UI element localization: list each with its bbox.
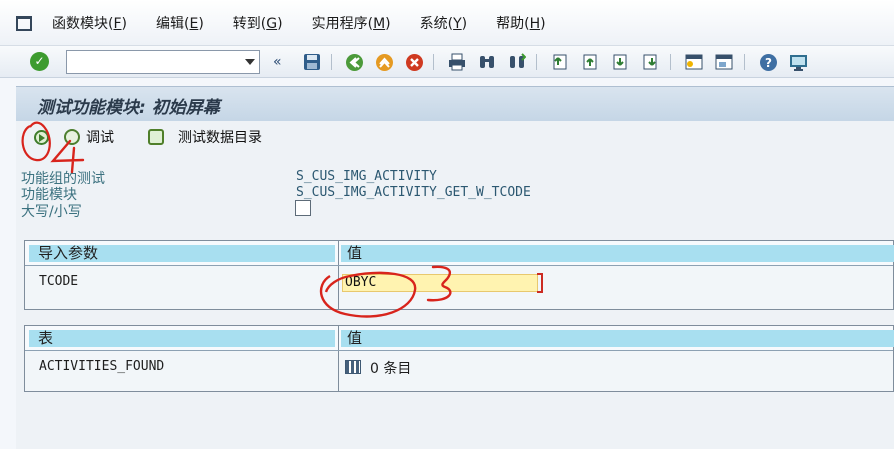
step-4-annotation xyxy=(50,139,85,174)
step-3-annotation xyxy=(426,265,452,302)
handwritten-annotations xyxy=(21,121,452,318)
tcode-circle-annotation xyxy=(319,271,417,318)
execute-circle-annotation xyxy=(21,121,51,162)
